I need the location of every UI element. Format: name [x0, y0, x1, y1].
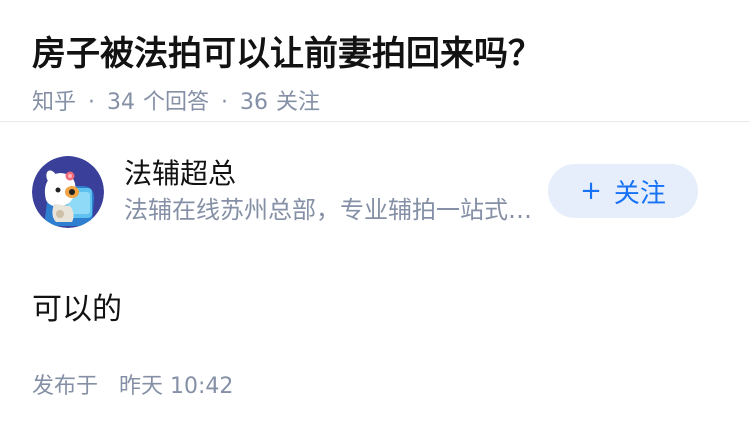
- follow-button[interactable]: + 关注: [548, 164, 698, 218]
- author-info: 法辅超总 法辅在线苏州总部，专业辅拍一站式服务: [124, 156, 534, 226]
- publish-time: 昨天 10:42: [119, 374, 234, 399]
- author-name[interactable]: 法辅超总: [124, 156, 534, 192]
- plus-icon: +: [580, 176, 602, 206]
- follow-button-label: 关注: [613, 178, 666, 209]
- cartoon-dog-avatar-icon[interactable]: [32, 156, 104, 228]
- source-label: 知乎: [32, 90, 77, 115]
- publish-prefix: 发布于: [32, 374, 99, 399]
- publish-info: 发布于 昨天 10:42: [32, 372, 233, 402]
- answer-count: 34: [107, 90, 136, 115]
- follower-count-label: 关注: [276, 90, 321, 115]
- answer-content: 可以的: [32, 292, 122, 327]
- meta-separator: ·: [88, 90, 96, 115]
- answer-item: 法辅超总 法辅在线苏州总部，专业辅拍一站式服务 + 关注 可以的 发布于 昨天 …: [0, 122, 750, 399]
- answer-count-label: 个回答: [143, 90, 210, 115]
- question-header: 房子被法拍可以让前妻拍回来吗？ 知乎 · 34 个回答 · 36 关注: [0, 0, 750, 122]
- author-row: 法辅超总 法辅在线苏州总部，专业辅拍一站式服务 + 关注: [0, 122, 750, 232]
- question-title[interactable]: 房子被法拍可以让前妻拍回来吗？: [32, 30, 718, 78]
- meta-separator: ·: [221, 90, 229, 115]
- follower-count: 36: [240, 90, 269, 115]
- author-bio: 法辅在线苏州总部，专业辅拍一站式服务: [124, 196, 534, 224]
- question-meta: 知乎 · 34 个回答 · 36 关注: [32, 88, 718, 118]
